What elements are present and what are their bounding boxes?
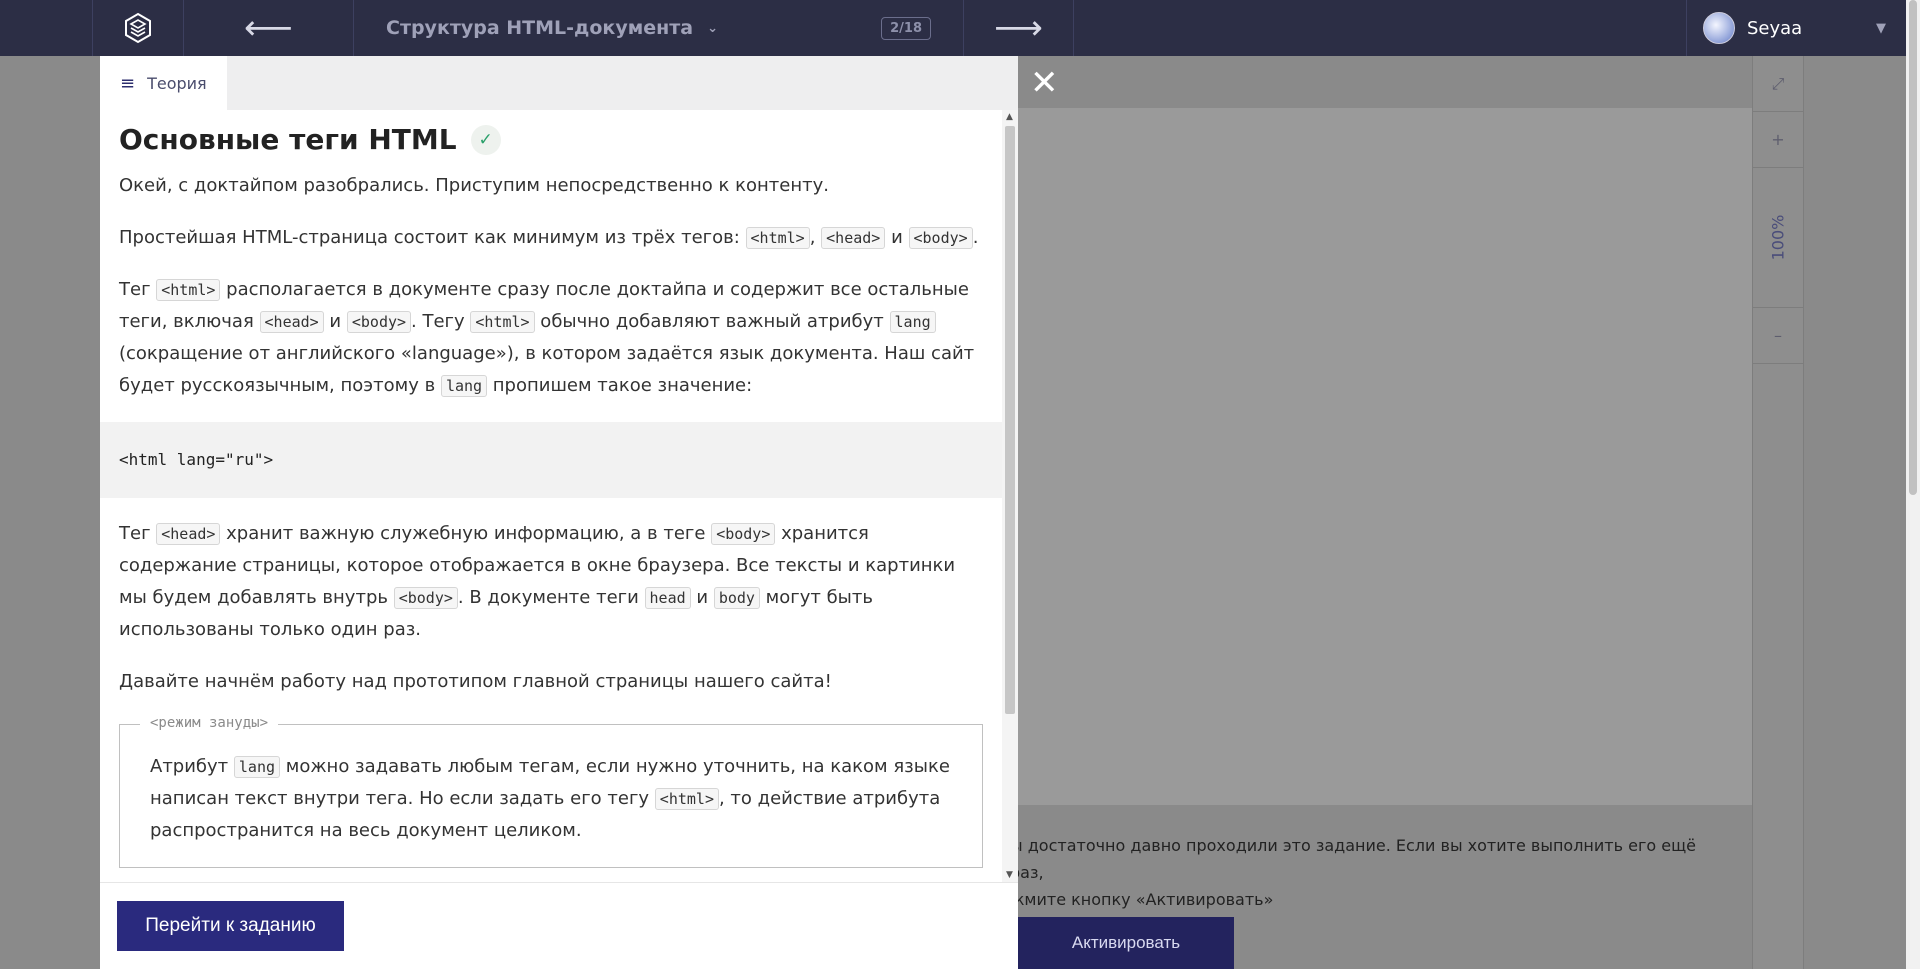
zoom-panel: ⤢ + 100% –: [1752, 56, 1804, 969]
menu-icon: ≡: [120, 72, 136, 94]
zoom-level: 100%: [1753, 168, 1803, 308]
inline-code: <body>: [346, 311, 412, 333]
user-menu[interactable]: Seyaa ▼: [1686, 0, 1906, 56]
check-icon: ✓: [470, 125, 501, 155]
activate-button[interactable]: Активировать: [1018, 917, 1234, 969]
inline-code: lang: [233, 756, 281, 778]
avatar: [1703, 12, 1735, 44]
page-scrollbar[interactable]: [1906, 0, 1920, 969]
theory-panel: ≡ Теория Основные теги HTML ✓ Окей, с до…: [100, 56, 1018, 969]
page-title: Основные теги HTML: [119, 123, 457, 156]
lesson-title-dropdown[interactable]: Структура HTML-документа ⌄ 2/18: [354, 0, 964, 56]
inline-code: <html>: [654, 788, 719, 810]
close-icon[interactable]: ✕: [1030, 66, 1059, 100]
theory-scrollbar[interactable]: ▲ ▼: [1002, 110, 1018, 882]
chevron-down-icon: ⌄: [707, 20, 718, 36]
paragraph-4: Тег <head> хранит важную служебную инфор…: [119, 523, 956, 640]
theory-footer: Перейти к заданию: [100, 882, 1018, 969]
theory-heading: Основные теги HTML ✓: [119, 124, 983, 156]
zoom-out-button[interactable]: –: [1753, 308, 1803, 364]
paragraph-3: Тег <html> располагается в документе сра…: [119, 279, 975, 397]
task-note-line-2: жмите кнопку «Активировать»: [1010, 890, 1274, 909]
scroll-up-icon[interactable]: ▲: [1006, 112, 1013, 122]
paragraph-5: Давайте начнём работу над прототипом гла…: [119, 671, 832, 692]
scroll-down-icon[interactable]: ▼: [1006, 870, 1013, 880]
top-bar: ⟵ Структура HTML-документа ⌄ 2/18 ⟶ Seya…: [0, 0, 1906, 56]
tab-theory[interactable]: ≡ Теория: [100, 56, 227, 110]
zoom-in-button[interactable]: +: [1753, 112, 1803, 168]
task-note: ы достаточно давно проходили это задание…: [1010, 832, 1730, 913]
lesson-title: Структура HTML-документа: [386, 17, 694, 39]
inline-code: lang: [889, 311, 936, 333]
inline-code: <html>: [470, 311, 535, 333]
inline-code: head: [644, 587, 691, 609]
tab-theory-label: Теория: [147, 73, 207, 93]
task-note-line-1: ы достаточно давно проходили это задание…: [1010, 836, 1696, 882]
logo-icon: [125, 12, 151, 44]
aside-label: <режим зануды>: [140, 713, 279, 733]
theory-content: Основные теги HTML ✓ Окей, с доктайпом р…: [100, 110, 1002, 882]
theory-tabstrip: ≡ Теория: [100, 56, 1018, 110]
code-block: <html lang="ru">: [100, 422, 1002, 498]
go-to-task-button[interactable]: Перейти к заданию: [117, 901, 344, 951]
inline-code: body: [713, 587, 760, 609]
inline-code: <html>: [745, 227, 810, 249]
inline-code: <body>: [711, 523, 776, 545]
caret-down-icon: ▼: [1876, 20, 1886, 36]
user-name: Seyaa: [1747, 17, 1803, 39]
nerd-mode-aside: <режим зануды> Атрибут lang можно задава…: [119, 713, 983, 868]
inline-code: lang: [440, 375, 488, 397]
aside-text: Атрибут lang можно задавать любым тегам,…: [150, 756, 950, 841]
logo[interactable]: [92, 0, 184, 56]
inline-code: <body>: [393, 587, 458, 609]
paragraph-2: Простейшая HTML-страница состоит как мин…: [119, 227, 979, 249]
arrow-left-icon[interactable]: ⟵: [184, 0, 354, 56]
preview-area: [1018, 108, 1752, 805]
inline-code: <head>: [156, 523, 221, 545]
lesson-counter: 2/18: [881, 16, 931, 40]
inline-code: <head>: [259, 311, 324, 333]
arrow-right-icon[interactable]: ⟶: [964, 0, 1074, 56]
paragraph-1: Окей, с доктайпом разобрались. Приступим…: [119, 175, 829, 196]
inline-code: <head>: [821, 227, 886, 249]
inline-code: <body>: [908, 227, 973, 249]
page-scroll-thumb[interactable]: [1909, 0, 1917, 495]
inline-code: <html>: [156, 279, 221, 301]
scroll-thumb[interactable]: [1005, 126, 1015, 714]
expand-icon[interactable]: ⤢: [1753, 56, 1803, 112]
